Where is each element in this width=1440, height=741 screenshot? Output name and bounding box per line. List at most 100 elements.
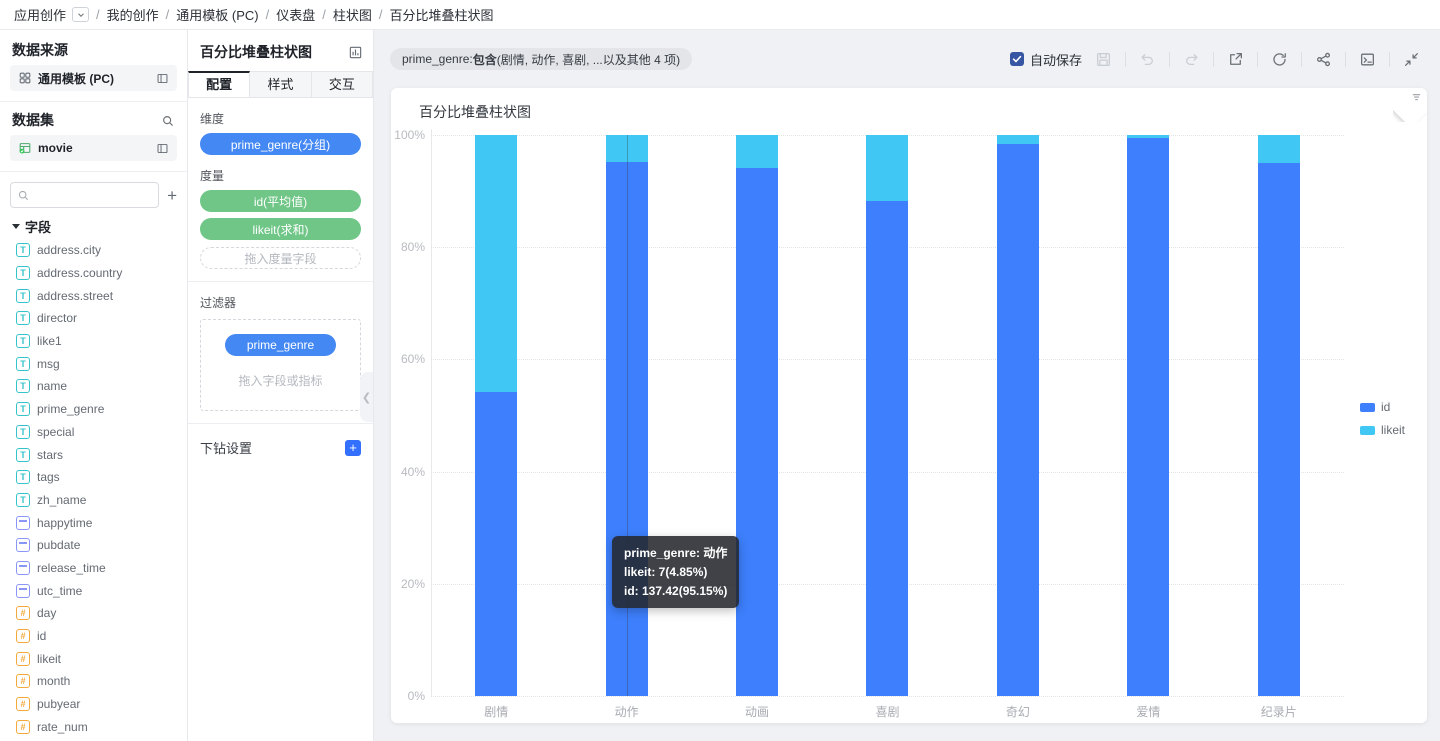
y-tick-0%: 0% — [391, 689, 425, 703]
field-item-tags[interactable]: Ttags — [0, 466, 187, 489]
tab-样式[interactable]: 样式 — [250, 71, 311, 97]
number-field-icon: # — [16, 720, 30, 734]
field-item-release_time[interactable]: release_time — [0, 557, 187, 580]
bar-爱情[interactable] — [1127, 135, 1169, 696]
tooltip-line-0: prime_genre: 动作 — [624, 545, 727, 561]
field-item-id[interactable]: #id — [0, 625, 187, 648]
breadcrumb-item-4[interactable]: 柱状图 — [333, 5, 372, 24]
measure-pill[interactable]: id(平均值) — [200, 190, 361, 212]
field-item-pubdate[interactable]: pubdate — [0, 534, 187, 557]
bar-segment-likeit[interactable] — [866, 135, 908, 201]
field-item-month[interactable]: #month — [0, 670, 187, 693]
breadcrumb-item-1[interactable]: 我的创作 — [107, 5, 159, 24]
breadcrumb-dropdown-icon[interactable] — [72, 7, 89, 22]
field-label: id — [37, 629, 46, 643]
filter-pill[interactable]: prime_genre — [225, 334, 336, 356]
legend-item-likeit[interactable]: likeit — [1360, 423, 1405, 437]
bar-segment-likeit[interactable] — [736, 135, 778, 168]
bar-纪录片[interactable] — [1258, 135, 1300, 696]
datasource-item[interactable]: 通用模板 (PC) — [10, 65, 177, 91]
bar-奇幻[interactable] — [997, 135, 1039, 696]
tab-交互[interactable]: 交互 — [312, 71, 373, 97]
field-item-like1[interactable]: Tlike1 — [0, 330, 187, 353]
field-item-director[interactable]: Tdirector — [0, 307, 187, 330]
tab-配置[interactable]: 配置 — [188, 71, 250, 97]
tooltip-line-2: id: 137.42(95.15%) — [624, 583, 727, 599]
field-label: name — [37, 379, 67, 393]
x-axis-label-动作: 动作 — [561, 703, 691, 720]
text-field-icon: T — [16, 357, 30, 371]
field-label: release_time — [37, 561, 106, 575]
chart-corner-fold[interactable] — [1393, 88, 1427, 122]
datasource-label: 数据来源 — [12, 42, 68, 59]
field-item-address.city[interactable]: Taddress.city — [0, 239, 187, 262]
bar-segment-id[interactable] — [1127, 138, 1169, 696]
fields-heading[interactable]: 字段 — [12, 218, 175, 235]
field-item-msg[interactable]: Tmsg — [0, 352, 187, 375]
divider — [0, 101, 187, 102]
dimension-pill[interactable]: prime_genre(分组) — [200, 133, 361, 155]
x-axis-label-纪录片: 纪录片 — [1214, 703, 1344, 720]
breadcrumb-item-5[interactable]: 百分比堆叠柱状图 — [390, 5, 494, 24]
legend-item-id[interactable]: id — [1360, 400, 1405, 414]
breadcrumb-item-0[interactable]: 应用创作 — [14, 5, 66, 24]
bar-动画[interactable] — [736, 135, 778, 696]
measure-pill[interactable]: likeit(求和) — [200, 218, 361, 240]
panel-switch-icon[interactable] — [156, 72, 169, 85]
add-drill-button[interactable]: + — [345, 440, 361, 456]
bar-segment-likeit[interactable] — [1258, 135, 1300, 163]
field-item-name[interactable]: Tname — [0, 375, 187, 398]
console-icon[interactable] — [1359, 51, 1376, 68]
field-item-utc_time[interactable]: utc_time — [0, 579, 187, 602]
field-item-address.country[interactable]: Taddress.country — [0, 262, 187, 285]
bar-segment-id[interactable] — [1258, 163, 1300, 696]
field-label: address.country — [37, 266, 122, 280]
text-field-icon: T — [16, 243, 30, 257]
autosave-toggle[interactable]: 自动保存 — [1010, 50, 1082, 69]
bars-container — [431, 135, 1344, 696]
toolbar-separator — [1345, 52, 1346, 67]
field-search-input[interactable] — [10, 182, 159, 208]
add-field-button[interactable]: + — [167, 187, 177, 204]
field-label: address.city — [37, 243, 101, 257]
dataset-search-icon[interactable] — [161, 114, 175, 128]
bar-segment-id[interactable] — [866, 201, 908, 696]
toolbar-actions: 自动保存 — [1010, 50, 1420, 69]
field-item-zh_name[interactable]: Tzh_name — [0, 489, 187, 512]
bar-segment-likeit[interactable] — [475, 135, 517, 392]
breadcrumb-item-3[interactable]: 仪表盘 — [276, 5, 315, 24]
autosave-checkbox[interactable] — [1010, 52, 1024, 66]
field-item-prime_genre[interactable]: Tprime_genre — [0, 398, 187, 421]
config-panel: 百分比堆叠柱状图 配置样式交互 维度 prime_genre(分组) 度量 id… — [188, 30, 374, 741]
chart-type-switch-icon[interactable] — [348, 45, 363, 60]
field-item-day[interactable]: #day — [0, 602, 187, 625]
field-item-pubyear[interactable]: #pubyear — [0, 693, 187, 716]
field-item-stars[interactable]: Tstars — [0, 443, 187, 466]
filter-drop-zone[interactable]: prime_genre 拖入字段或指标 — [200, 319, 361, 411]
measure-drop-zone[interactable]: 拖入度量字段 — [200, 247, 361, 269]
field-item-happytime[interactable]: happytime — [0, 511, 187, 534]
bar-喜剧[interactable] — [866, 135, 908, 696]
field-item-rate_num[interactable]: #rate_num — [0, 715, 187, 738]
collapse-icon[interactable] — [1403, 51, 1420, 68]
bar-segment-likeit[interactable] — [997, 135, 1039, 144]
export-icon[interactable] — [1227, 51, 1244, 68]
field-item-special[interactable]: Tspecial — [0, 421, 187, 444]
chart-corner-filter-icon — [1410, 91, 1423, 109]
field-item-likeit[interactable]: #likeit — [0, 647, 187, 670]
collapse-panel-handle[interactable]: ❮ — [360, 372, 373, 422]
filter-label: 过滤器 — [200, 294, 361, 311]
bar-segment-id[interactable] — [997, 144, 1039, 696]
dataset-item[interactable]: movie — [10, 135, 177, 161]
bar-segment-id[interactable] — [736, 168, 778, 696]
breadcrumb-item-2[interactable]: 通用模板 (PC) — [176, 5, 258, 24]
bar-剧情[interactable] — [475, 135, 517, 696]
panel-switch-icon[interactable] — [156, 142, 169, 155]
filter-chip-field: prime_genre: — [402, 52, 473, 66]
filter-chip[interactable]: prime_genre:包含(剧情, 动作, 喜剧, ...以及其他 4 项) — [390, 48, 692, 70]
share-icon[interactable] — [1315, 51, 1332, 68]
field-item-address.street[interactable]: Taddress.street — [0, 284, 187, 307]
chart-card[interactable]: 百分比堆叠柱状图 100%80%60%40%20%0% 剧情动作动画喜剧奇幻爱情… — [391, 88, 1427, 723]
bar-segment-id[interactable] — [475, 392, 517, 696]
refresh-icon[interactable] — [1271, 51, 1288, 68]
